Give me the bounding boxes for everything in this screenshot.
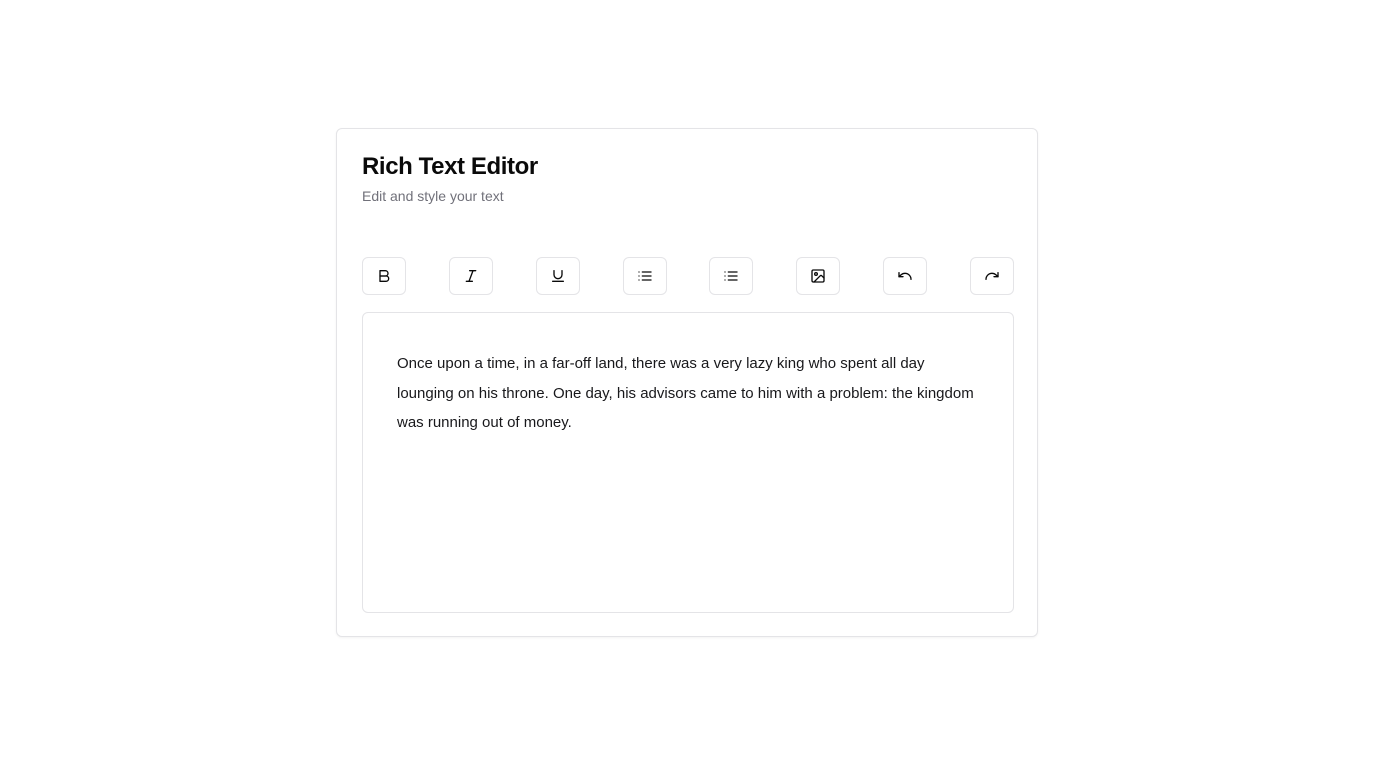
page-title: Rich Text Editor — [362, 153, 538, 180]
underline-icon — [550, 268, 566, 284]
numbered-list-button[interactable] — [709, 257, 754, 295]
bold-icon — [376, 268, 392, 284]
bullet-list-button[interactable] — [622, 257, 667, 295]
image-icon — [810, 268, 826, 284]
bold-button[interactable] — [362, 257, 406, 295]
undo-button[interactable] — [883, 257, 928, 295]
editor-paragraph: Once upon a time, in a far-off land, the… — [397, 355, 974, 431]
redo-icon — [984, 268, 1000, 284]
page-subtitle: Edit and style your text — [362, 188, 504, 204]
underline-button[interactable] — [535, 257, 580, 295]
editor-card: Rich Text Editor Edit and style your tex… — [336, 128, 1038, 637]
list-icon — [637, 268, 653, 284]
insert-image-button[interactable] — [796, 257, 841, 295]
list-icon — [723, 268, 739, 284]
undo-icon — [897, 268, 913, 284]
redo-button[interactable] — [969, 257, 1014, 295]
editor-content-area[interactable]: Once upon a time, in a far-off land, the… — [362, 312, 1014, 613]
editor-toolbar — [362, 257, 1014, 295]
italic-button[interactable] — [448, 257, 493, 295]
italic-icon — [463, 268, 479, 284]
